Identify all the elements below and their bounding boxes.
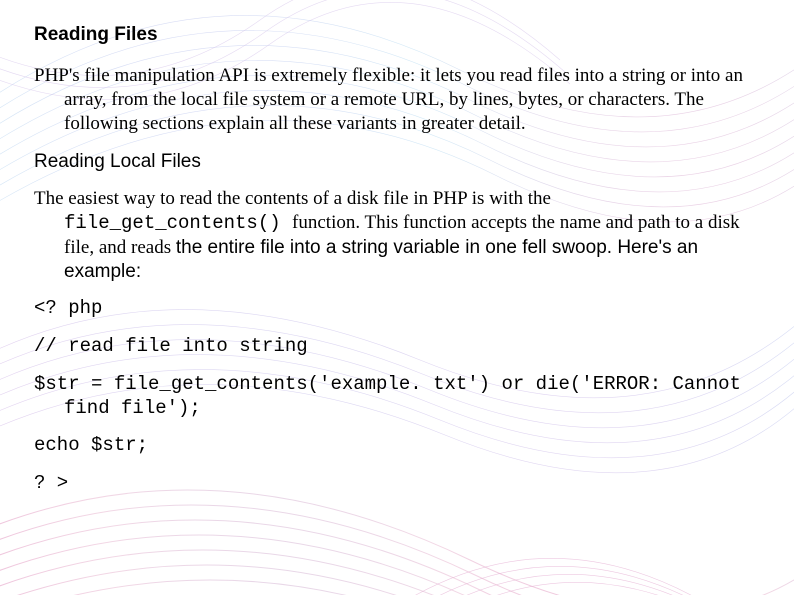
code-line: $str = file_get_contents('example. txt')…	[34, 373, 760, 421]
code-line: <? php	[34, 297, 760, 321]
inline-code: file_get_contents()	[64, 212, 292, 234]
description-paragraph: The easiest way to read the contents of …	[34, 187, 760, 283]
text-fragment: The easiest way to read the contents of …	[34, 188, 551, 209]
code-line: echo $str;	[34, 434, 760, 458]
section-heading: Reading Local Files	[34, 151, 760, 173]
code-line: ? >	[34, 472, 760, 496]
slide-content: Reading Files PHP's file manipulation AP…	[0, 0, 794, 530]
page-title: Reading Files	[34, 24, 760, 46]
code-line: // read file into string	[34, 335, 760, 359]
intro-paragraph: PHP's file manipulation API is extremely…	[34, 64, 760, 135]
